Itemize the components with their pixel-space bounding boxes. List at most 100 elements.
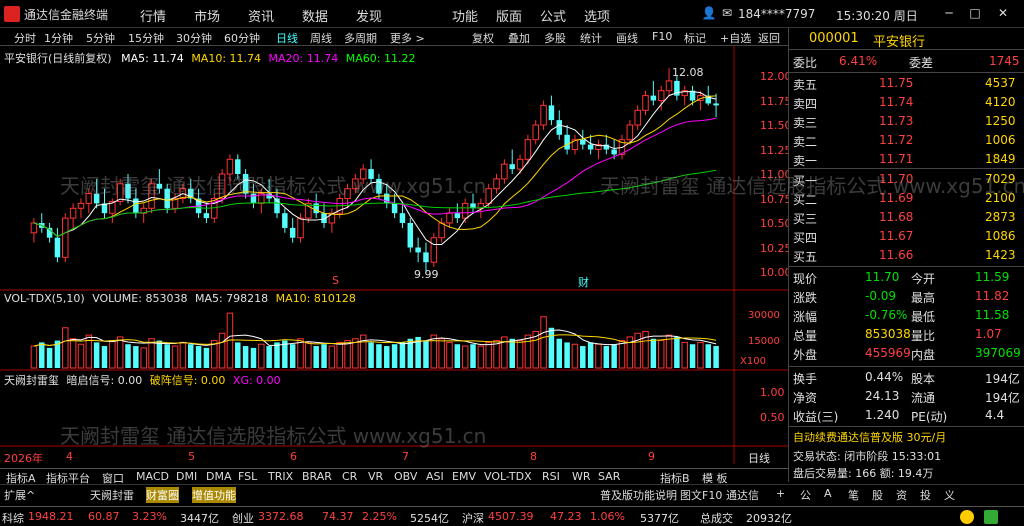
volume-bar	[618, 340, 626, 369]
index-name[interactable]: 创业	[232, 510, 254, 526]
volume-bar	[587, 342, 594, 368]
index-name[interactable]: 科综	[2, 510, 24, 526]
menu-faxian[interactable]: 发现	[356, 6, 382, 25]
close-icon[interactable]: ✕	[994, 4, 1012, 22]
account-id[interactable]: 184****7797	[738, 7, 815, 21]
stat-value: 455969	[865, 346, 911, 360]
tab-obv[interactable]: OBV	[394, 470, 417, 483]
stat-value: 11.82	[975, 289, 1010, 303]
menu-zixun[interactable]: 资讯	[248, 6, 274, 25]
ext-a[interactable]: A	[824, 487, 832, 500]
user-icon[interactable]: 👤	[700, 4, 718, 22]
ext-f10[interactable]: 图文F10	[680, 487, 722, 503]
vol-ma5: MA5: 798218	[194, 292, 269, 305]
tab-wr[interactable]: WR	[572, 470, 591, 483]
tab-dmi[interactable]: DMI	[176, 470, 197, 483]
volume-bar	[509, 338, 515, 368]
tab-macd[interactable]: MACD	[136, 470, 169, 483]
index-name[interactable]: 沪深	[462, 510, 484, 526]
bid-level: 买三 11.68 2873	[789, 208, 1024, 227]
ask-price: 11.73	[879, 114, 914, 128]
tab-cr[interactable]: CR	[342, 470, 357, 483]
tab-trix[interactable]: TRIX	[268, 470, 293, 483]
volume-bar	[548, 327, 555, 368]
tab-rsi[interactable]: RSI	[542, 470, 560, 483]
menu-hangqing[interactable]: 行情	[140, 6, 166, 25]
volume-bar	[713, 346, 719, 368]
volume-bar	[399, 342, 406, 368]
ext-zengzhi[interactable]: 增值功能	[192, 487, 236, 503]
message-icon[interactable]: ✉	[718, 4, 736, 22]
menu-shichang[interactable]: 市场	[194, 6, 220, 25]
period-1min[interactable]: 1分钟	[44, 30, 73, 46]
tab-dma[interactable]: DMA	[206, 470, 232, 483]
tool-fanhui[interactable]: 返回	[758, 30, 780, 46]
ext-tianque[interactable]: 天阙封雷	[90, 487, 134, 503]
period-multi[interactable]: 多周期	[344, 30, 377, 46]
period-5min[interactable]: 5分钟	[86, 30, 115, 46]
volume-bar	[156, 340, 163, 368]
tool-diejia[interactable]: 叠加	[508, 30, 530, 46]
ext-gu[interactable]: 股	[872, 487, 883, 503]
period-30min[interactable]: 30分钟	[176, 30, 212, 46]
volume-bar	[634, 332, 641, 369]
menu-shuju[interactable]: 数据	[302, 6, 328, 25]
chart-area[interactable]: 平安银行(日线前复权) MA5: 11.74 MA10: 11.74 MA20:…	[0, 46, 792, 465]
candle-body	[548, 105, 555, 121]
period-weekly[interactable]: 周线	[310, 30, 332, 46]
y-tick: 11.50	[760, 119, 792, 132]
signal-indicator-label: 天阙封雷玺	[4, 374, 59, 387]
coin-icon[interactable]	[960, 510, 974, 524]
stat-label: 股本	[911, 372, 936, 386]
tool-zixuan[interactable]: +自选	[720, 30, 751, 46]
stat-value: 4.4	[985, 408, 1005, 422]
ext-tou[interactable]: 投	[920, 487, 931, 503]
minimize-icon[interactable]: ─	[940, 4, 958, 22]
tab-sar[interactable]: SAR	[598, 470, 620, 483]
stat-label: PE(动)	[911, 410, 948, 424]
ext-toggle[interactable]: 扩展^	[4, 487, 35, 503]
ext-yi[interactable]: 义	[944, 487, 955, 503]
tab-vr[interactable]: VR	[368, 470, 383, 483]
tab-asi[interactable]: ASI	[426, 470, 444, 483]
ask-price: 11.75	[879, 76, 914, 90]
ext-help[interactable]: 普及版功能说明	[600, 487, 677, 503]
candlestick-chart[interactable]	[0, 46, 788, 464]
stat-row: 换手 0.44% 股本 194亿	[789, 368, 1024, 387]
ext-zi[interactable]: 资	[896, 487, 907, 503]
menu-gongneng[interactable]: 功能	[452, 6, 478, 25]
tool-huaxian[interactable]: 画线	[616, 30, 638, 46]
tab-vol-tdx[interactable]: VOL-TDX	[484, 470, 532, 483]
volume-bar	[336, 341, 343, 369]
ext-plus[interactable]: +	[776, 487, 785, 500]
menu-banmian[interactable]: 版面	[496, 6, 522, 25]
tab-brar[interactable]: BRAR	[302, 470, 332, 483]
period-60min[interactable]: 60分钟	[224, 30, 260, 46]
status-icon[interactable]	[984, 510, 998, 524]
y-tick: 10.25	[760, 242, 792, 255]
menu-gongshi[interactable]: 公式	[540, 6, 566, 25]
promo-text[interactable]: 自动续费通达信普及版 30元/月	[793, 429, 946, 445]
tool-tongji[interactable]: 统计	[580, 30, 602, 46]
signal-legend: 天阙封雷玺 暗启信号: 0.00 破阵信号: 0.00 XG: 0.00	[4, 372, 281, 388]
period-fenshi[interactable]: 分时	[14, 30, 36, 46]
ext-tdx[interactable]: 通达信	[726, 487, 759, 503]
tab-fsl[interactable]: FSL	[238, 470, 257, 483]
period-daily[interactable]: 日线	[276, 30, 298, 46]
candle-body	[30, 222, 38, 234]
promo-bar[interactable]: 自动续费通达信普及版 30元/月	[789, 426, 1024, 444]
maximize-icon[interactable]: □	[966, 4, 984, 22]
stat-row: 现价 11.70 今开 11.59	[789, 268, 1024, 287]
tab-emv[interactable]: EMV	[452, 470, 476, 483]
tool-fuquan[interactable]: 复权	[472, 30, 494, 46]
volume-bar	[454, 344, 461, 368]
ext-caifuquan[interactable]: 财富圈	[146, 487, 179, 503]
ext-bi[interactable]: 笔	[848, 487, 859, 503]
tool-f10[interactable]: F10	[652, 30, 672, 43]
period-15min[interactable]: 15分钟	[128, 30, 164, 46]
menu-xuanxiang[interactable]: 选项	[584, 6, 610, 25]
ext-gong[interactable]: 公	[800, 487, 811, 503]
period-more[interactable]: 更多 >	[390, 30, 425, 46]
tool-biaoji[interactable]: 标记	[684, 30, 706, 46]
tool-duogu[interactable]: 多股	[544, 30, 566, 46]
